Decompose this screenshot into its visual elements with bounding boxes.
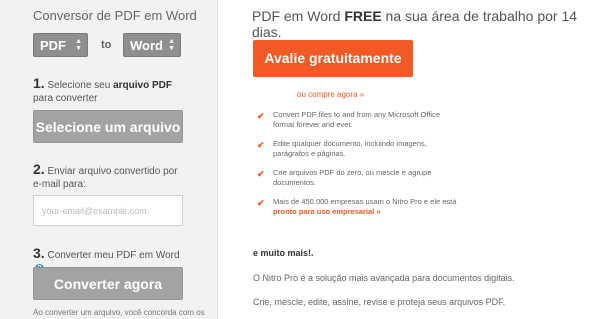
list-item: ✔ Edite qualquer documento, incluindo im… bbox=[257, 139, 457, 159]
convert-now-button[interactable]: Converter agora bbox=[33, 267, 183, 300]
feature-text: Edite qualquer documento, incluindo imag… bbox=[273, 139, 427, 158]
more-heading: e muito mais!. bbox=[253, 248, 314, 258]
check-icon: ✔ bbox=[257, 111, 265, 121]
to-label: to bbox=[101, 39, 112, 51]
select-arrows-icon: ▲ ▼ bbox=[168, 38, 175, 52]
step2-text: 2. Enviar arquivo convertido por e-mail … bbox=[33, 161, 183, 191]
step3-number: 3. bbox=[33, 245, 45, 261]
enterprise-link[interactable]: pronto para uso empresarial » bbox=[273, 207, 381, 216]
terms-footnote: Ao converter um arquivo, você concorda c… bbox=[33, 308, 205, 317]
description-paragraph-1: O Nitro Pro é a solução mais avançada pa… bbox=[253, 273, 515, 283]
step1-text-b: arquivo PDF bbox=[113, 80, 172, 91]
list-item: ✔ Convert PDF files to and from any Micr… bbox=[257, 110, 457, 130]
feature-text: Mais de 450.000 empresas usam o Nitro Pr… bbox=[273, 197, 457, 206]
feature-list: ✔ Convert PDF files to and from any Micr… bbox=[257, 110, 457, 226]
select-file-button[interactable]: Selecione um arquivo bbox=[33, 110, 183, 143]
promo-headline: PDF em Word FREE na sua área de trabalho… bbox=[252, 8, 600, 40]
to-format-value: Word bbox=[130, 38, 163, 53]
from-format-value: PDF bbox=[40, 38, 66, 53]
step1-text: 1. Selecione seu arquivo PDF para conver… bbox=[33, 75, 183, 105]
step3-label: Converter meu PDF em Word bbox=[44, 250, 180, 261]
list-item: ✔ Crie arquivos PDF do zero, ou mescle e… bbox=[257, 168, 457, 188]
converter-title: Conversor de PDF em Word bbox=[33, 8, 197, 23]
headline-part-a: PDF em Word bbox=[252, 8, 345, 24]
headline-free: FREE bbox=[344, 8, 382, 24]
check-icon: ✔ bbox=[257, 198, 265, 208]
feature-text: Convert PDF files to and from any Micros… bbox=[273, 110, 441, 129]
check-icon: ✔ bbox=[257, 140, 265, 150]
step1-text-c: para converter bbox=[33, 93, 98, 104]
step1-number: 1. bbox=[33, 75, 45, 91]
converter-panel: Conversor de PDF em Word PDF ▲ ▼ to Word … bbox=[0, 0, 218, 319]
check-icon: ✔ bbox=[257, 169, 265, 179]
feature-text: Crie arquivos PDF do zero, ou mescle e a… bbox=[273, 168, 432, 187]
from-format-select[interactable]: PDF ▲ ▼ bbox=[33, 33, 88, 57]
free-trial-button[interactable]: Avalie gratuitamente bbox=[253, 40, 413, 77]
step2-label: Enviar arquivo convertido por e-mail par… bbox=[33, 166, 178, 190]
buy-now-link[interactable]: ou compre agora » bbox=[297, 90, 364, 99]
list-item: ✔ Mais de 450.000 empresas usam o Nitro … bbox=[257, 197, 457, 217]
step2-number: 2. bbox=[33, 161, 45, 177]
to-format-select[interactable]: Word ▲ ▼ bbox=[123, 33, 181, 57]
description-paragraph-2: Crie, mescle, edite, assine, revise e pr… bbox=[253, 297, 506, 307]
email-input[interactable]: your-email@example.com bbox=[33, 195, 183, 226]
step1-text-a: Selecione seu bbox=[44, 80, 114, 91]
select-arrows-icon: ▲ ▼ bbox=[75, 38, 82, 52]
